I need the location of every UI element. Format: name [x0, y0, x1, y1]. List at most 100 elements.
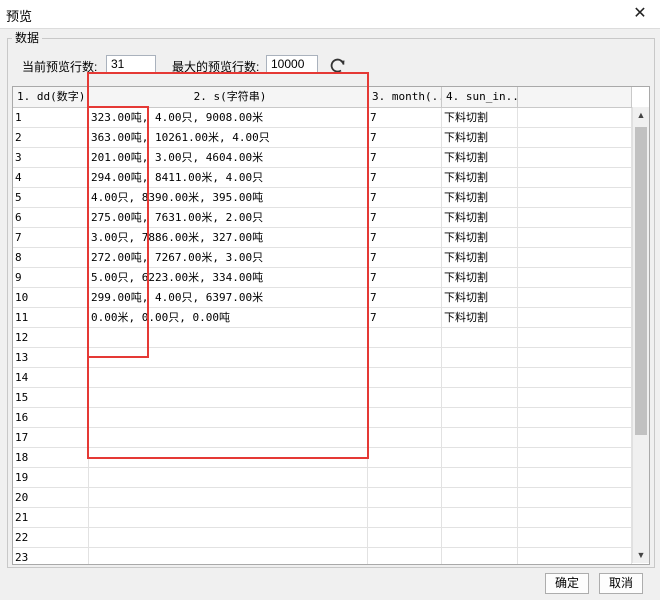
table-cell[interactable]: 下料切割 [442, 288, 518, 307]
ok-button[interactable]: 确定 [545, 573, 589, 594]
table-cell[interactable] [518, 488, 632, 507]
table-cell[interactable]: 7 [368, 168, 442, 187]
table-cell[interactable] [518, 308, 632, 327]
table-cell[interactable]: 下料切割 [442, 248, 518, 267]
table-cell[interactable]: 17 [13, 428, 89, 447]
table-cell[interactable] [518, 108, 632, 127]
table-cell[interactable] [518, 428, 632, 447]
table-cell[interactable]: 14 [13, 368, 89, 387]
table-row[interactable]: 23 [13, 548, 632, 564]
table-cell[interactable] [442, 348, 518, 367]
scroll-up-icon[interactable]: ▲ [633, 107, 649, 123]
table-cell[interactable] [89, 508, 368, 527]
table-cell[interactable]: 13 [13, 348, 89, 367]
table-cell[interactable] [518, 288, 632, 307]
table-cell[interactable]: 下料切割 [442, 268, 518, 287]
table-cell[interactable]: 7 [368, 188, 442, 207]
table-cell[interactable] [89, 488, 368, 507]
max-rows-input[interactable]: 10000 [266, 55, 318, 73]
table-cell[interactable]: 9 [13, 268, 89, 287]
table-cell[interactable]: 7 [368, 128, 442, 147]
table-cell[interactable] [368, 428, 442, 447]
table-cell[interactable]: 下料切割 [442, 188, 518, 207]
column-header[interactable]: 4. sun_in... [442, 87, 518, 107]
table-cell[interactable] [518, 328, 632, 347]
column-header[interactable]: 3. month(... [368, 87, 442, 107]
table-cell[interactable]: 下料切割 [442, 308, 518, 327]
table-cell[interactable]: 20 [13, 488, 89, 507]
scroll-thumb[interactable] [635, 127, 647, 435]
table-cell[interactable]: 16 [13, 408, 89, 427]
table-row[interactable]: 22 [13, 528, 632, 548]
table-cell[interactable] [442, 468, 518, 487]
table-cell[interactable]: 7 [368, 248, 442, 267]
table-cell[interactable] [368, 348, 442, 367]
table-cell[interactable] [368, 488, 442, 507]
table-cell[interactable]: 21 [13, 508, 89, 527]
table-cell[interactable]: 下料切割 [442, 128, 518, 147]
table-row[interactable]: 21 [13, 508, 632, 528]
table-cell[interactable] [518, 128, 632, 147]
table-cell[interactable]: 19 [13, 468, 89, 487]
table-cell[interactable]: 下料切割 [442, 228, 518, 247]
table-cell[interactable] [89, 528, 368, 547]
table-cell[interactable]: 7 [368, 288, 442, 307]
table-cell[interactable]: 15 [13, 388, 89, 407]
table-row[interactable]: 19 [13, 468, 632, 488]
table-cell[interactable] [442, 428, 518, 447]
table-cell[interactable] [368, 368, 442, 387]
table-cell[interactable]: 23 [13, 548, 89, 564]
table-cell[interactable]: 10 [13, 288, 89, 307]
table-cell[interactable] [368, 468, 442, 487]
table-cell[interactable] [518, 548, 632, 564]
table-cell[interactable] [442, 388, 518, 407]
table-cell[interactable] [518, 188, 632, 207]
table-cell[interactable] [518, 528, 632, 547]
table-cell[interactable] [368, 408, 442, 427]
table-cell[interactable] [442, 548, 518, 564]
table-cell[interactable] [518, 248, 632, 267]
table-cell[interactable]: 8 [13, 248, 89, 267]
table-cell[interactable] [518, 268, 632, 287]
column-header[interactable] [518, 87, 632, 107]
table-cell[interactable] [518, 228, 632, 247]
table-cell[interactable] [368, 388, 442, 407]
table-cell[interactable] [518, 148, 632, 167]
scroll-down-icon[interactable]: ▼ [633, 547, 649, 563]
table-row[interactable]: 20 [13, 488, 632, 508]
table-cell[interactable]: 4 [13, 168, 89, 187]
table-cell[interactable] [518, 208, 632, 227]
table-cell[interactable] [89, 468, 368, 487]
close-icon[interactable]: ✕ [620, 0, 660, 28]
table-cell[interactable]: 7 [368, 108, 442, 127]
table-cell[interactable]: 12 [13, 328, 89, 347]
table-cell[interactable] [442, 408, 518, 427]
table-cell[interactable]: 18 [13, 448, 89, 467]
table-cell[interactable]: 6 [13, 208, 89, 227]
table-cell[interactable]: 7 [368, 148, 442, 167]
table-cell[interactable]: 22 [13, 528, 89, 547]
table-cell[interactable] [442, 328, 518, 347]
table-cell[interactable] [518, 448, 632, 467]
column-header[interactable]: 1. dd(数字) [13, 87, 89, 107]
table-cell[interactable] [89, 548, 368, 564]
table-cell[interactable] [368, 508, 442, 527]
vertical-scrollbar[interactable]: ▲ ▼ [632, 107, 649, 563]
table-cell[interactable]: 下料切割 [442, 148, 518, 167]
table-cell[interactable] [368, 328, 442, 347]
table-cell[interactable] [442, 508, 518, 527]
table-cell[interactable]: 5 [13, 188, 89, 207]
table-cell[interactable]: 7 [368, 208, 442, 227]
table-cell[interactable] [368, 548, 442, 564]
current-rows-input[interactable]: 31 [106, 55, 156, 73]
table-cell[interactable]: 11 [13, 308, 89, 327]
table-cell[interactable]: 2 [13, 128, 89, 147]
table-cell[interactable]: 下料切割 [442, 208, 518, 227]
table-cell[interactable] [518, 348, 632, 367]
table-cell[interactable]: 7 [368, 228, 442, 247]
table-cell[interactable]: 下料切割 [442, 168, 518, 187]
table-cell[interactable] [518, 408, 632, 427]
table-cell[interactable] [518, 388, 632, 407]
table-cell[interactable] [442, 368, 518, 387]
table-cell[interactable] [518, 368, 632, 387]
